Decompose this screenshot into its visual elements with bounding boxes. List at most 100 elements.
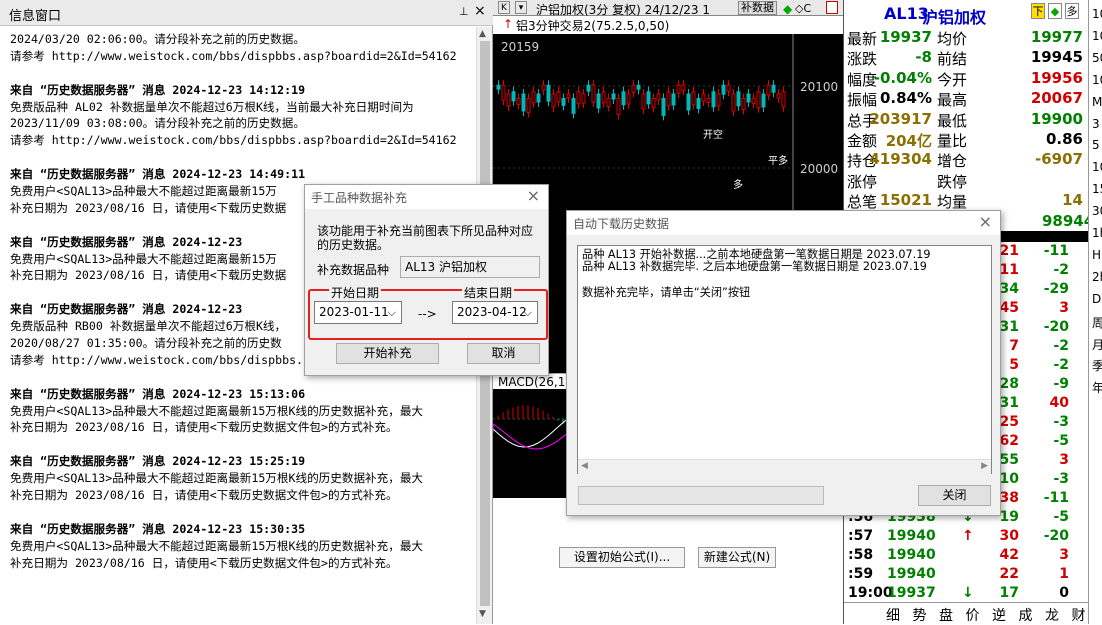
scroll-right-icon[interactable]: ▶ xyxy=(981,461,988,471)
manual-fill-title: 手工品种数据补充 xyxy=(311,191,408,205)
info-window-title: 信息窗口 xyxy=(9,9,62,24)
quote-tab[interactable]: 盘 xyxy=(939,605,953,625)
tick-volume: 17 xyxy=(999,585,1019,601)
close-icon[interactable]: × xyxy=(474,3,486,19)
quote-field-value: 15021 xyxy=(879,191,932,210)
candle xyxy=(546,84,551,102)
scroll-up-icon[interactable]: ▲ xyxy=(479,29,486,39)
quote-tab[interactable]: 财 xyxy=(1072,605,1086,625)
quote-field-value: 203917 xyxy=(869,109,932,128)
quote-field-label: 均价 xyxy=(937,30,968,48)
tick-time: 19:00 xyxy=(848,585,893,601)
tick-row: :57 19940 ↑ 30 -20 xyxy=(844,527,1089,546)
tick-row: :59 19940 22 1 xyxy=(844,565,1089,584)
message-line: 请参考 http://www.weistock.com/bbs/dispbbs.… xyxy=(10,48,457,63)
period-item[interactable]: 年 xyxy=(1092,379,1102,396)
candle xyxy=(636,84,641,90)
quote-field-label: 增仓 xyxy=(937,152,968,171)
start-date-picker[interactable]: 2023-01-11 ⌵ xyxy=(314,301,402,324)
period-item[interactable]: 季 xyxy=(1092,357,1102,374)
quote-name: 沪铝加权 xyxy=(922,8,987,27)
quote-tab[interactable]: 逆 xyxy=(992,605,1006,625)
trade-volume: 21 xyxy=(999,243,1019,259)
trade-volume: 31 xyxy=(999,395,1019,411)
scroll-left-icon[interactable]: ◀ xyxy=(581,461,588,471)
trade-volume: 5 xyxy=(1009,357,1019,373)
quote-tab[interactable]: 势 xyxy=(913,605,927,625)
quote-tab[interactable]: 细 xyxy=(886,605,900,625)
period-item[interactable]: 10 xyxy=(1092,29,1102,43)
trade-volume: 28 xyxy=(999,376,1019,392)
period-item[interactable]: 10 xyxy=(1092,160,1102,174)
quote-row: 持仓 419304 增仓 -6907 xyxy=(844,149,1089,171)
trade-change: -20 xyxy=(1043,319,1069,335)
period-item[interactable]: Hr xyxy=(1092,248,1102,262)
period-item[interactable]: 2h xyxy=(1092,270,1102,284)
chart-collapse-icon[interactable]: ▾ xyxy=(515,1,527,14)
log-hscrollbar[interactable]: ◀ ▶ xyxy=(578,459,991,474)
quote-tab[interactable]: 价 xyxy=(966,605,980,625)
quote-field-label: 量比 xyxy=(937,132,968,150)
diamond-icon[interactable]: ◆ xyxy=(1048,3,1062,19)
candle xyxy=(541,84,546,91)
period-item[interactable]: 5 xyxy=(1092,138,1100,152)
candle xyxy=(666,91,671,107)
new-formula-button[interactable]: 新建公式(N) xyxy=(698,547,776,568)
end-date-picker[interactable]: 2023-04-12 ⌵ xyxy=(452,301,538,324)
menu-button[interactable]: 多 xyxy=(1065,3,1079,19)
close-icon[interactable]: × xyxy=(527,186,540,205)
trade-volume: 7 xyxy=(1009,338,1019,354)
period-item[interactable]: 15 xyxy=(1092,182,1102,196)
quote-tab[interactable]: 龙 xyxy=(1045,605,1059,625)
up-arrow-icon: ↑ xyxy=(503,17,514,31)
period-item[interactable]: Da xyxy=(1092,292,1102,306)
log-line: 数据补充完毕，请单击“关闭”按钮 xyxy=(582,286,751,299)
quote-field-label: 涨停 xyxy=(847,172,878,191)
quote-field-value: 0.86 xyxy=(1045,130,1083,148)
period-item[interactable]: 周 xyxy=(1092,314,1102,331)
tick-change: 1 xyxy=(1059,566,1069,582)
period-item[interactable]: Mo xyxy=(1092,95,1102,109)
download-log: 品种 AL13 开始补数据...之前本地硬盘第一笔数据日期是 2023.07.1… xyxy=(577,245,992,474)
down-button[interactable]: 下 xyxy=(1031,3,1045,19)
candle xyxy=(751,97,756,104)
start-fill-button[interactable]: 开始补充 xyxy=(336,343,439,364)
quote-row: 总手 203917 最低 19900 xyxy=(844,108,1089,130)
tick-price: 19940 xyxy=(887,566,936,582)
pin-icon[interactable]: ⊥ xyxy=(459,5,469,18)
quote-field-label: 金额 xyxy=(847,132,878,150)
candle xyxy=(556,91,561,103)
candle xyxy=(601,91,606,104)
period-item[interactable]: 50 xyxy=(1092,51,1102,65)
trade-volume: 10 xyxy=(999,471,1019,487)
chart-color-swatch[interactable] xyxy=(826,1,838,14)
tick-row: :58 19940 42 3 xyxy=(844,546,1089,565)
period-item[interactable]: 1h xyxy=(1092,226,1102,240)
k-button[interactable]: K xyxy=(498,1,510,14)
trade-change: -9 xyxy=(1053,376,1069,392)
quote-tab[interactable]: 成 xyxy=(1019,605,1033,625)
fill-data-button[interactable]: 补数据 xyxy=(738,1,777,15)
period-item[interactable]: 10 xyxy=(1092,7,1102,21)
close-icon[interactable]: × xyxy=(979,212,992,231)
period-item[interactable]: 10 xyxy=(1092,73,1102,87)
trade-volume: 38 xyxy=(999,490,1019,506)
quote-field-value: 19977 xyxy=(1030,28,1083,46)
indicator-bar: ↑ 铝3分钟交易2(75.2.5,0,50) xyxy=(493,16,843,34)
log-line: 品种 AL13 补数据完毕. 之后本地硬盘第一笔数据日期是 2023.07.19 xyxy=(582,260,927,273)
candle xyxy=(741,97,746,110)
set-initial-formula-button[interactable]: 设置初始公式(I)... xyxy=(559,547,685,568)
close-button[interactable]: 关闭 xyxy=(918,485,991,506)
trade-change: 40 xyxy=(1049,395,1069,411)
scroll-down-icon[interactable]: ▼ xyxy=(479,609,486,619)
period-item[interactable]: 30 xyxy=(1092,204,1102,218)
period-item[interactable]: 月 xyxy=(1092,336,1102,353)
candle xyxy=(736,91,741,107)
quote-tabs: 细势盘价逆成龙财 xyxy=(844,602,1089,624)
candle xyxy=(621,91,626,106)
trade-change: -2 xyxy=(1053,357,1069,373)
quote-field-label: 今开 xyxy=(937,70,968,89)
cancel-button[interactable]: 取消 xyxy=(467,343,540,364)
period-item[interactable]: 3 xyxy=(1092,117,1100,131)
message-gap xyxy=(10,436,476,453)
